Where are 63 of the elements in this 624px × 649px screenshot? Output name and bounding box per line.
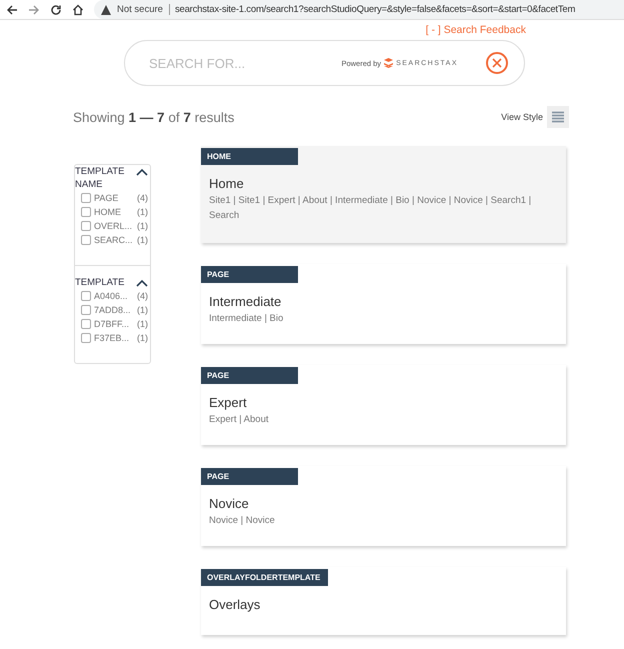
home-icon[interactable] <box>72 4 84 16</box>
back-icon[interactable] <box>6 4 18 16</box>
search-field[interactable]: SEARCH FOR... <box>147 54 342 72</box>
facet-checkbox[interactable] <box>81 319 91 329</box>
facet-checkbox[interactable] <box>81 305 91 315</box>
facet-option: SEARC... <box>94 235 133 245</box>
facet-count: (1) <box>137 333 149 343</box>
result-title: Intermediate <box>209 294 282 309</box>
result-snippet: Expert | About <box>209 413 270 427</box>
result-tag: OVERLAYFOLDERTEMPLATE <box>201 569 328 586</box>
result-tag: PAGE <box>201 266 298 283</box>
clear-button[interactable] <box>486 52 508 74</box>
facet-checkbox[interactable] <box>81 291 91 301</box>
facet-count: (4) <box>137 193 149 203</box>
result-title: Overlays <box>209 597 262 612</box>
close-icon <box>492 58 502 68</box>
view-style-label: View Style <box>501 112 543 122</box>
facet-option: 7ADD8... <box>94 305 131 315</box>
collapse-icon[interactable] <box>136 168 148 176</box>
stack-logo-icon <box>384 58 394 68</box>
result-card[interactable]: PAGE Novice Novice | Novice <box>201 466 566 546</box>
result-tag: PAGE <box>201 468 298 485</box>
facet-count: (1) <box>137 319 149 329</box>
result-snippet: Intermediate | Bio <box>209 312 284 326</box>
facet-checkbox[interactable] <box>81 193 91 203</box>
result-card[interactable]: PAGE Intermediate Intermediate | Bio <box>201 264 566 344</box>
facet-count: (1) <box>137 235 149 245</box>
facet-checkbox[interactable] <box>81 333 91 343</box>
result-tag: PAGE <box>201 367 298 384</box>
facet-title: TEMPLATE <box>75 276 126 289</box>
address-bar[interactable]: Not secure searchstax-site-1.com/search1?searchStudioQuery=&style=false&facets=&sort=&start=0&facetTem <box>94 0 624 19</box>
reload-icon[interactable] <box>50 4 62 16</box>
results-summary: Showing 1 — 7 of 7 results <box>73 110 234 124</box>
facet-checkbox[interactable] <box>81 207 91 217</box>
list-view-button[interactable] <box>547 106 569 128</box>
facet-option: F37EB... <box>94 333 130 343</box>
result-title: Expert <box>209 395 248 410</box>
result-card[interactable]: HOME Home Site1 | Site1 | Expert | About | Intermediate | Bio | Novice | Novice | Search1 | Search <box>201 146 566 243</box>
result-title: Home <box>209 176 245 191</box>
facet-option: HOME <box>94 207 121 217</box>
result-tag: HOME <box>201 148 298 165</box>
result-card[interactable]: PAGE Expert Expert | About <box>201 365 566 445</box>
facet-option: A0406... <box>94 291 128 301</box>
collapse-icon[interactable] <box>136 279 148 287</box>
result-title: Novice <box>209 496 250 511</box>
facet-option: D7BFF... <box>94 319 130 329</box>
result-snippet: Novice | Novice <box>209 514 276 528</box>
facet-count: (1) <box>137 221 149 231</box>
url-text: searchstax-site-1.com/search1?searchStudioQuery=&style=false&facets=&sort=&start=0&facetTem <box>174 4 576 15</box>
result-card[interactable]: OVERLAYFOLDERTEMPLATE Overlays <box>201 567 566 635</box>
facet-checkbox[interactable] <box>81 235 91 245</box>
facet-count: (1) <box>137 207 149 217</box>
facet-title: TEMPLATE NAME <box>75 165 126 191</box>
forward-icon[interactable] <box>28 4 40 16</box>
result-snippet: Site1 | Site1 | Expert | About | Intermediate | Bio | Novice | Novice | Search1 | Search <box>209 194 532 223</box>
facet-count: (4) <box>137 291 149 301</box>
warning-icon <box>100 4 112 16</box>
facet-count: (1) <box>137 305 149 315</box>
menu-icon <box>552 111 564 123</box>
facet-option: PAGE <box>94 193 118 203</box>
security-label: Not secure <box>117 4 170 15</box>
facet-option: OVERL... <box>94 221 132 231</box>
facet-checkbox[interactable] <box>81 221 91 231</box>
